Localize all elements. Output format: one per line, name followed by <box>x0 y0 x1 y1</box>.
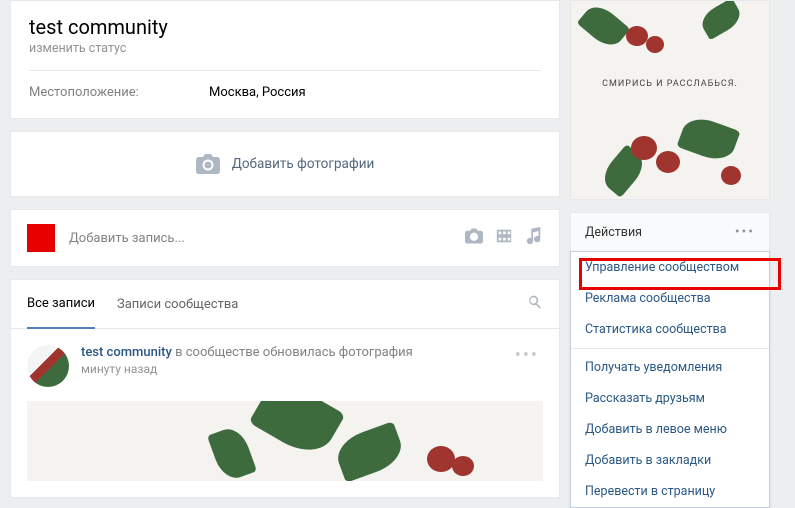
attach-photo-icon[interactable] <box>465 227 483 249</box>
actions-title: Действия <box>585 225 642 240</box>
post-author-avatar[interactable] <box>27 345 69 387</box>
divider <box>29 70 541 71</box>
composer-avatar <box>27 224 55 252</box>
dropdown-separator <box>571 348 769 349</box>
post-image[interactable] <box>27 401 543 481</box>
attach-video-icon[interactable] <box>495 227 513 249</box>
post-composer[interactable]: Добавить запись... <box>10 209 560 267</box>
actions-dropdown: Управление сообществом Реклама сообществ… <box>570 251 770 508</box>
actions-header: Действия ••• <box>570 212 770 251</box>
location-value: Москва, Россия <box>209 85 306 100</box>
edit-status-link[interactable]: изменить статус <box>29 41 541 56</box>
actions-more-button[interactable]: ••• <box>735 224 755 240</box>
actions-panel: Действия ••• Управление сообществом Рекл… <box>570 212 770 508</box>
camera-icon <box>196 154 220 174</box>
wall-post: test community в сообществе обновилась ф… <box>11 329 559 497</box>
community-header: test community изменить статус Местополо… <box>10 0 560 119</box>
action-tell-friends[interactable]: Рассказать друзьям <box>571 383 769 414</box>
location-label: Местоположение: <box>29 85 209 100</box>
post-time: минуту назад <box>81 362 413 376</box>
community-cover[interactable]: СМИРИСЬ И РАССЛАБЬСЯ. <box>570 0 770 200</box>
post-author-link[interactable]: test community <box>81 345 172 360</box>
tab-all-posts[interactable]: Все записи <box>27 280 95 329</box>
composer-placeholder: Добавить запись... <box>69 231 465 246</box>
action-add-left-menu[interactable]: Добавить в левое меню <box>571 414 769 445</box>
action-notifications[interactable]: Получать уведомления <box>571 352 769 383</box>
attach-audio-icon[interactable] <box>525 227 543 249</box>
wall: Все записи Записи сообщества test commun… <box>10 279 560 498</box>
cover-caption: СМИРИСЬ И РАССЛАБЬСЯ. <box>571 79 769 89</box>
location-row: Местоположение: Москва, Россия <box>29 85 541 108</box>
wall-search-button[interactable] <box>527 294 543 314</box>
post-more-button[interactable]: ••• <box>511 345 543 366</box>
add-photos-label: Добавить фотографии <box>232 156 375 172</box>
action-community-ads[interactable]: Реклама сообщества <box>571 283 769 314</box>
post-action-text: в сообществе обновилась фотография <box>175 345 413 360</box>
add-photos-button[interactable]: Добавить фотографии <box>10 131 560 197</box>
action-community-stats[interactable]: Статистика сообщества <box>571 314 769 345</box>
action-add-bookmark[interactable]: Добавить в закладки <box>571 445 769 476</box>
action-transfer-page[interactable]: Перевести в страницу <box>571 476 769 507</box>
action-manage-community[interactable]: Управление сообществом <box>571 252 769 283</box>
community-name: test community <box>29 15 541 39</box>
wall-tabs: Все записи Записи сообщества <box>11 280 559 329</box>
tab-community-posts[interactable]: Записи сообщества <box>117 281 238 328</box>
